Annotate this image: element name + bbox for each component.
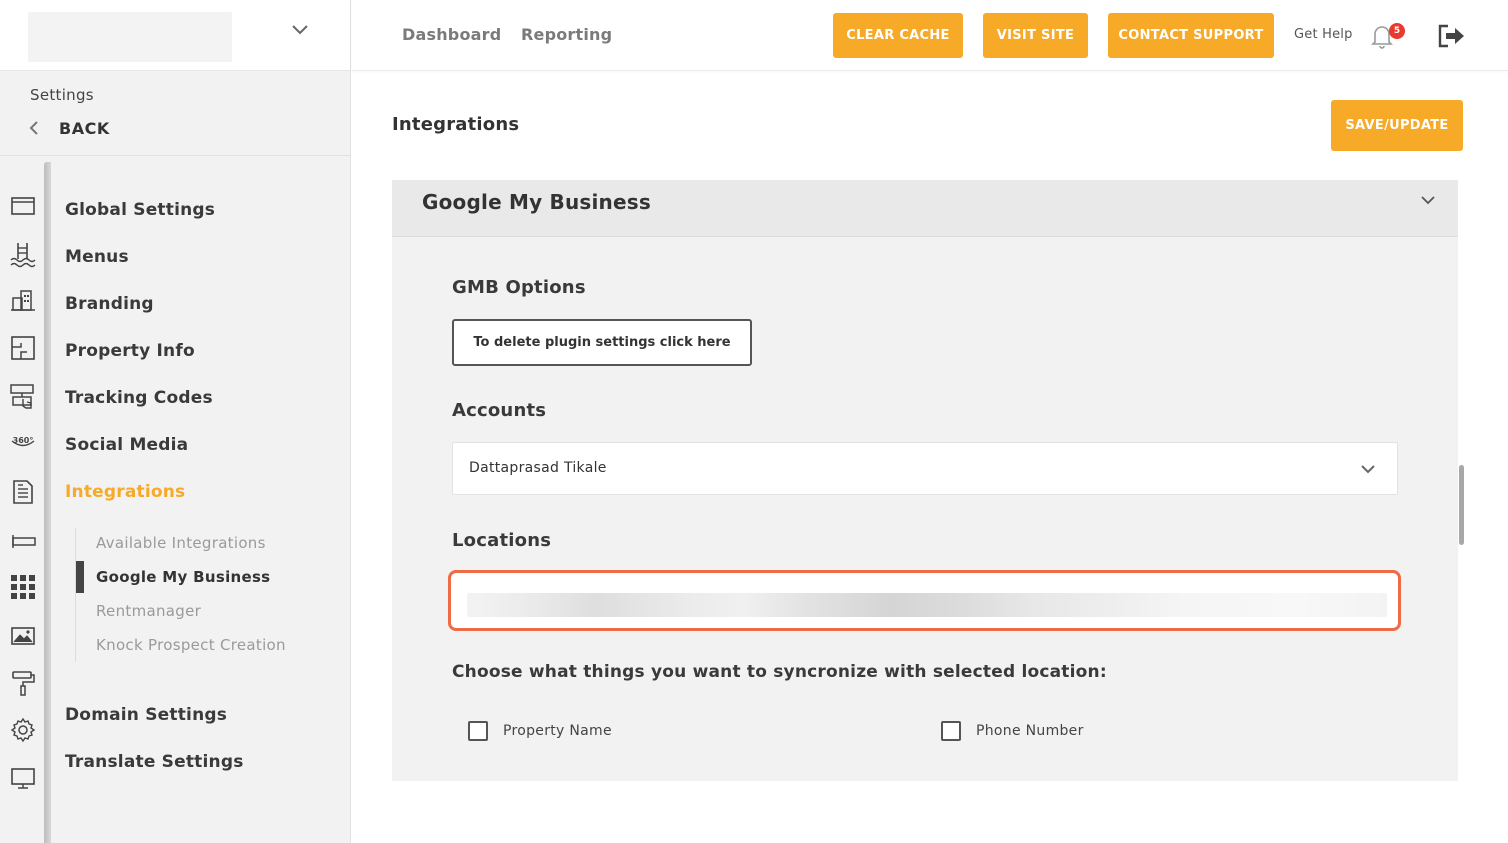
submenu-item-google-my-business[interactable]: Google My Business: [96, 568, 270, 586]
sidebar-item-menus[interactable]: Menus: [65, 247, 129, 267]
accounts-label: Accounts: [452, 400, 547, 421]
floorplan-icon[interactable]: [8, 333, 38, 363]
monitor-icon[interactable]: [8, 763, 38, 793]
back-label: BACK: [59, 118, 110, 138]
logout-icon[interactable]: [1436, 22, 1466, 50]
buildings-icon[interactable]: [8, 285, 38, 315]
gmb-panel-header[interactable]: Google My Business: [392, 180, 1458, 237]
visit-site-button[interactable]: VISIT SITE: [983, 13, 1088, 58]
nav-link-dashboard[interactable]: Dashboard: [402, 25, 501, 44]
gmb-panel: Google My Business GMB Options To delete…: [392, 180, 1458, 781]
notification-badge: 5: [1389, 23, 1405, 39]
submenu-item-rentmanager[interactable]: Rentmanager: [96, 602, 201, 620]
sidebar-item-tracking-codes[interactable]: Tracking Codes: [65, 388, 213, 408]
chevron-down-icon[interactable]: [290, 20, 310, 40]
active-submenu-marker: [76, 561, 84, 593]
submenu-item-knock-prospect-creation[interactable]: Knock Prospect Creation: [96, 636, 286, 654]
sync-options-label: Choose what things you want to syncroniz…: [452, 662, 1107, 682]
gear-icon[interactable]: [8, 715, 38, 745]
sidebar-item-domain-settings[interactable]: Domain Settings: [65, 705, 227, 725]
accounts-select-value: Dattaprasad Tikale: [469, 460, 607, 476]
locations-label: Locations: [452, 530, 552, 551]
delete-plugin-settings-button[interactable]: To delete plugin settings click here: [452, 319, 752, 366]
rail-divider: [44, 162, 51, 843]
sidebar-item-global-settings[interactable]: Global Settings: [65, 200, 215, 220]
property-name-option[interactable]: Property Name: [468, 721, 612, 741]
pool-icon[interactable]: [8, 239, 38, 269]
sidebar-item-branding[interactable]: Branding: [65, 294, 154, 314]
chevron-down-icon: [1421, 196, 1435, 205]
settings-label: Settings: [30, 86, 94, 104]
back-button[interactable]: BACK: [26, 116, 110, 140]
document-icon[interactable]: [8, 477, 38, 507]
contact-support-button[interactable]: CONTACT SUPPORT: [1108, 13, 1274, 58]
sidebar-item-property-info[interactable]: Property Info: [65, 341, 195, 361]
settings-header: Settings BACK: [0, 72, 350, 156]
touch-screen-icon[interactable]: [8, 381, 38, 411]
paint-roller-icon[interactable]: [8, 668, 38, 698]
chevron-left-icon: [29, 121, 38, 135]
top-bar: Dashboard Reporting CLEAR CACHE VISIT SI…: [352, 0, 1508, 71]
accounts-select[interactable]: Dattaprasad Tikale: [452, 442, 1398, 495]
sidebar-item-integrations[interactable]: Integrations: [65, 482, 185, 502]
phone-number-option[interactable]: Phone Number: [941, 721, 1084, 741]
chevron-down-icon: [1361, 465, 1375, 474]
submenu-divider: [75, 528, 76, 662]
tag-icon[interactable]: [8, 526, 38, 556]
nav-link-reporting[interactable]: Reporting: [521, 25, 612, 44]
phone-number-checkbox[interactable]: [941, 721, 961, 741]
image-icon[interactable]: [8, 621, 38, 651]
submenu-item-available-integrations[interactable]: Available Integrations: [96, 534, 266, 552]
grid-icon[interactable]: [8, 572, 38, 602]
clear-cache-button[interactable]: CLEAR CACHE: [833, 13, 963, 58]
window-icon[interactable]: [8, 191, 38, 221]
page-title: Integrations: [392, 114, 520, 135]
property-name-label: Property Name: [503, 723, 612, 739]
sidebar-item-social-media[interactable]: Social Media: [65, 435, 188, 455]
panel-title: Google My Business: [422, 190, 651, 214]
locations-select-value-redacted: [467, 593, 1387, 617]
site-logo[interactable]: [28, 12, 232, 62]
property-name-checkbox[interactable]: [468, 721, 488, 741]
gmb-options-label: GMB Options: [452, 277, 586, 298]
locations-select[interactable]: [448, 570, 1401, 631]
scrollbar-thumb[interactable]: [1459, 465, 1464, 545]
save-update-button[interactable]: SAVE/UPDATE: [1331, 100, 1463, 151]
phone-number-label: Phone Number: [976, 723, 1084, 739]
logo-area: [0, 0, 350, 71]
sidebar-item-translate-settings[interactable]: Translate Settings: [65, 752, 244, 772]
get-help-link[interactable]: Get Help: [1294, 27, 1353, 42]
360-view-icon[interactable]: 360°: [8, 426, 38, 456]
